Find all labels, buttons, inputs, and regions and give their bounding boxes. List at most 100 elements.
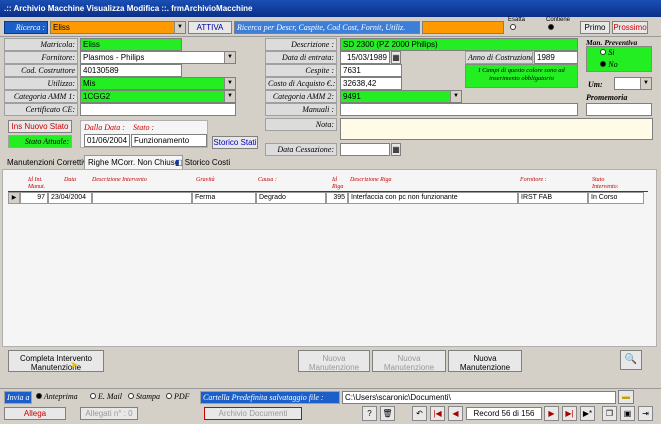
header-id-int: Id Int. Manut.	[28, 177, 46, 190]
cell-descr[interactable]	[92, 192, 192, 204]
certificato-ce-field[interactable]	[80, 103, 236, 116]
um-select[interactable]: ▼	[614, 77, 652, 90]
search-label: Ricerca :	[4, 21, 48, 34]
matricola-field[interactable]: Eliss	[80, 38, 182, 51]
email-radio[interactable]: E. Mail	[90, 392, 122, 401]
cespite-field[interactable]: 7631	[340, 64, 402, 77]
chevron-down-icon[interactable]: ▼	[640, 78, 651, 89]
print-preview-icon[interactable]: 🔍	[620, 350, 642, 370]
descrizione-field[interactable]: SD 2300 (PZ 2000 Philips)	[340, 38, 578, 51]
cell-fornitore[interactable]: IRST FAB	[518, 192, 588, 204]
attiva-button[interactable]: ATTIVA	[188, 21, 232, 34]
search-hint[interactable]: Ricerca per Descr, Caspite, Cod Cost, Fo…	[234, 21, 420, 34]
primo-button[interactable]: Primo	[580, 21, 610, 34]
promemoria-label: Promemoria	[586, 93, 628, 102]
fornitore-select[interactable]: Plasmos - Philips ▼	[80, 51, 236, 64]
next-record-icon[interactable]: ▶	[544, 406, 559, 421]
tab-storico-costi[interactable]: ◧ Storico Costi	[172, 157, 233, 169]
allega-documenti-button[interactable]: Allega Documenti	[4, 407, 66, 420]
storico-stati-button[interactable]: Storico Stati	[212, 136, 258, 149]
cell-data[interactable]: 23/04/2004	[48, 192, 92, 204]
categoria-amm2-select[interactable]: 9491 ▼	[340, 90, 462, 103]
help-icon[interactable]: ?	[362, 406, 377, 421]
no-radio[interactable]: No	[600, 60, 618, 69]
nota-field[interactable]	[340, 118, 653, 140]
data-entrata-field[interactable]: 15/03/1989	[340, 51, 390, 64]
stato-value-field[interactable]: Funzionamento	[131, 134, 207, 147]
calendar-icon[interactable]: ▦	[391, 51, 401, 64]
folder-icon[interactable]: ▬	[618, 390, 634, 404]
nuova-preventiva-button[interactable]: Nuova Manutenzione Preventiva	[298, 350, 370, 372]
cartella-field[interactable]: C:\Users\scaronic\Documenti\	[342, 391, 616, 404]
pdf-radio[interactable]: PDF	[166, 392, 190, 401]
tab-storico-costi-label: Storico Costi	[184, 158, 231, 167]
promemoria-field[interactable]	[586, 103, 652, 116]
certificato-ce-label: Certificato CE:	[4, 103, 78, 116]
header-descrizione-riga: Descrizione Riga	[350, 177, 392, 183]
exact-radio[interactable]: Esatta	[508, 17, 538, 30]
chevron-down-icon[interactable]: ▼	[174, 22, 185, 33]
search-input[interactable]: Eliss ▼	[50, 21, 186, 34]
allegati-button[interactable]: Allegati n° : 0	[80, 407, 138, 420]
header-data: Data	[64, 177, 76, 183]
prossimo-button[interactable]: Prossimo	[612, 21, 648, 34]
table-row[interactable]: ▶ 97 23/04/2004 Ferma Degrado 395 Interf…	[8, 192, 648, 204]
costo-acquisto-label: Costo di Acquisto €.:	[265, 77, 337, 90]
completa-intervento-button[interactable]: Completa Intervento Manutenzione	[8, 350, 104, 372]
undo-icon[interactable]: ↶	[412, 406, 427, 421]
anteprima-radio[interactable]: Anteprima	[36, 392, 78, 401]
last-record-icon[interactable]: ▶|	[562, 406, 577, 421]
nuova-preventiva-km-button[interactable]: Nuova Manutenzione Preventiva Km o Ore	[372, 350, 446, 372]
record-counter: Record 56 di 156	[466, 407, 542, 420]
prev-record-icon[interactable]: ◀	[448, 406, 463, 421]
chevron-down-icon[interactable]: ▼	[224, 52, 235, 63]
search-extra[interactable]	[422, 21, 504, 34]
mouse-cursor-icon: ➤	[70, 360, 79, 371]
stato-label: Stato :	[133, 123, 155, 132]
cespite-label: Cespite :	[265, 64, 337, 77]
header-gravita: Gravità	[196, 177, 215, 183]
pdf-label: PDF	[174, 392, 190, 401]
stato-data-field[interactable]: 01/06/2004	[84, 134, 130, 147]
cell-stato[interactable]: In Corso	[588, 192, 644, 204]
fornitore-label: Fornitore:	[4, 51, 78, 64]
chevron-down-icon[interactable]: ▼	[224, 78, 235, 89]
window-title: .:: Archivio Macchine Visualizza Modific…	[4, 4, 253, 13]
chevron-down-icon[interactable]: ▼	[224, 91, 235, 102]
info-note-text: I Campi di questo colore sono ad inserim…	[478, 67, 565, 82]
cell-gravita[interactable]: Ferma	[192, 192, 256, 204]
stampa-radio[interactable]: Stampa	[128, 392, 160, 401]
exit-icon[interactable]: ⇥	[638, 406, 653, 421]
contains-radio[interactable]: Contiene	[546, 17, 576, 30]
um-label: Um:	[588, 80, 603, 89]
info-note: I Campi di questo colore sono ad inserim…	[465, 64, 578, 88]
header-stato-intervento: Stato Intervento:	[592, 177, 619, 190]
cod-costruttore-field[interactable]: 40130589	[80, 64, 182, 77]
save-icon[interactable]: ▣	[620, 406, 635, 421]
tab-manutenzioni-correttive[interactable]: Manutenzioni Correttive	[4, 157, 95, 169]
row-selector[interactable]: ▶	[8, 192, 20, 204]
anno-costruzione-field[interactable]: 1989	[534, 51, 578, 64]
exact-label: Esatta	[508, 17, 526, 23]
ins-nuovo-stato-button[interactable]: Ins Nuovo Stato	[8, 120, 72, 133]
manuali-field[interactable]	[340, 103, 578, 116]
trash-icon[interactable]: 🗑	[380, 406, 395, 421]
costo-acquisto-field[interactable]: 32638,42	[340, 77, 402, 90]
chevron-down-icon[interactable]: ▼	[450, 91, 461, 102]
new-record-icon[interactable]: ▶*	[580, 406, 595, 421]
cell-id-riga[interactable]: 395	[326, 192, 348, 204]
categoria-amm1-select[interactable]: 1CGG2 ▼	[80, 90, 236, 103]
utilizzo-value: Mis	[83, 79, 96, 88]
tab-righe-mcorr[interactable]: Righe MCorr. Non Chiuse	[84, 155, 184, 169]
archivio-documenti-button[interactable]: Archivio Documenti	[204, 407, 302, 420]
si-radio[interactable]: Si	[600, 48, 614, 57]
utilizzo-label: Utilizzo:	[4, 77, 78, 90]
nuova-correttiva-button[interactable]: Nuova Manutenzione correttiva	[448, 350, 522, 372]
first-record-icon[interactable]: |◀	[430, 406, 445, 421]
cell-id[interactable]: 97	[20, 192, 48, 204]
cell-descr-riga[interactable]: Interfaccia con pc non funzionante	[348, 192, 518, 204]
utilizzo-select[interactable]: Mis ▼	[80, 77, 236, 90]
copy-icon[interactable]: ❐	[602, 406, 617, 421]
dalla-data-label: Dalla Data :	[84, 123, 125, 132]
cell-causa[interactable]: Degrado	[256, 192, 326, 204]
